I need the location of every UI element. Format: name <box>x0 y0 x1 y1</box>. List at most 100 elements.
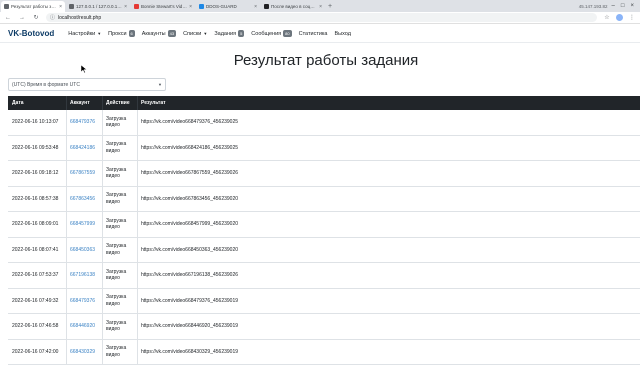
cell-date: 2022-06-16 08:09:01 <box>8 212 67 237</box>
close-tab-icon[interactable]: × <box>124 4 127 10</box>
cell-action: Загрузка видео <box>103 289 138 314</box>
nav-item[interactable]: Прокси6 <box>108 30 135 37</box>
table-row: 2022-06-16 08:09:01668457999Загрузка вид… <box>8 212 640 238</box>
cell-result: https://vk.com/video667867559_456239026 <box>138 161 640 186</box>
nav-item-label: Прокси <box>108 31 126 37</box>
caret-down-icon: ▼ <box>203 31 207 36</box>
nav-item[interactable]: Сообщения80 <box>251 30 291 37</box>
browser-tab[interactable]: После видео в социальной× <box>261 1 325 12</box>
cell-date: 2022-06-16 08:07:41 <box>8 238 67 263</box>
cell-date: 2022-06-16 07:53:37 <box>8 263 67 288</box>
cell-result: https://vk.com/video668479376_456239019 <box>138 289 640 314</box>
cell-result: https://vk.com/video668430329_456239019 <box>138 340 640 365</box>
cell-account-link[interactable]: 668430329 <box>67 340 103 365</box>
cell-account-link[interactable]: 667196138 <box>67 263 103 288</box>
table-row: 2022-06-16 07:46:58668446920Загрузка вид… <box>8 314 640 340</box>
nav-item[interactable]: Задания5 <box>214 30 244 37</box>
cell-account-link[interactable]: 668446920 <box>67 314 103 339</box>
nav-item-label: Настройки <box>68 31 95 37</box>
header-action[interactable]: Действие <box>103 96 138 110</box>
cell-account-link[interactable]: 668479376 <box>67 289 103 314</box>
address-bar[interactable]: ⓘ localhost/result.php <box>46 13 597 22</box>
cell-action: Загрузка видео <box>103 187 138 212</box>
back-icon[interactable]: ← <box>4 15 12 21</box>
results-table: Дата Аккаунт Действие Результат 2022-06-… <box>8 96 640 365</box>
cell-account-link[interactable]: 668479376 <box>67 110 103 135</box>
table-row: 2022-06-16 07:53:37667196138Загрузка вид… <box>8 263 640 289</box>
url-text: localhost/result.php <box>58 15 101 21</box>
new-tab-button[interactable]: + <box>325 2 335 12</box>
browser-toolbar: ← → ↻ ⓘ localhost/result.php ☆ ⋮ <box>0 12 640 24</box>
cell-result: https://vk.com/video668457999_456239020 <box>138 212 640 237</box>
nav-item-label: Выход <box>335 31 351 37</box>
timezone-select[interactable]: (UTC) Время в формате UTC ▼ <box>8 78 166 91</box>
cell-account-link[interactable]: 668457999 <box>67 212 103 237</box>
cell-result: https://vk.com/video668446920_456239019 <box>138 314 640 339</box>
cell-action: Загрузка видео <box>103 212 138 237</box>
cell-date: 2022-06-16 07:46:58 <box>8 314 67 339</box>
nav-item-label: Статистика <box>299 31 328 37</box>
cell-action: Загрузка видео <box>103 340 138 365</box>
cell-date: 2022-06-16 09:53:48 <box>8 136 67 161</box>
cell-result: https://vk.com/video668424186_456239025 <box>138 136 640 161</box>
mouse-cursor-icon <box>81 65 87 73</box>
maximize-button[interactable]: □ <box>621 3 625 9</box>
cell-date: 2022-06-16 07:49:32 <box>8 289 67 314</box>
cell-action: Загрузка видео <box>103 263 138 288</box>
nav-item[interactable]: Выход <box>335 31 351 37</box>
header-date[interactable]: Дата <box>8 96 67 110</box>
cell-action: Загрузка видео <box>103 136 138 161</box>
browser-tab[interactable]: Результат работы задания× <box>1 1 65 12</box>
table-row: 2022-06-16 09:53:48668424186Загрузка вид… <box>8 136 640 162</box>
table-body: 2022-06-16 10:13:07668479376Загрузка вид… <box>8 110 640 365</box>
close-tab-icon[interactable]: × <box>254 4 257 10</box>
video-icon <box>134 4 139 9</box>
browser-tab-label: После видео в социальной <box>271 4 317 9</box>
reload-icon[interactable]: ↻ <box>32 14 40 21</box>
minimize-button[interactable]: – <box>612 3 615 9</box>
page-icon <box>4 4 9 9</box>
cell-account-link[interactable]: 668450363 <box>67 238 103 263</box>
close-tab-icon[interactable]: × <box>59 4 62 10</box>
forward-icon[interactable]: → <box>18 15 26 21</box>
table-row: 2022-06-16 08:07:41668450363Загрузка вид… <box>8 238 640 264</box>
cell-account-link[interactable]: 667863456 <box>67 187 103 212</box>
cell-date: 2022-06-16 10:13:07 <box>8 110 67 135</box>
table-row: 2022-06-16 09:18:12667867559Загрузка вид… <box>8 161 640 187</box>
close-tab-icon[interactable]: × <box>189 4 192 10</box>
header-result[interactable]: Результат <box>138 96 640 110</box>
browser-tab[interactable]: DDOS-GUARD× <box>196 1 260 12</box>
cell-date: 2022-06-16 09:18:12 <box>8 161 67 186</box>
nav-item[interactable]: Настройки▼ <box>68 31 101 37</box>
profile-avatar[interactable] <box>616 14 623 21</box>
cell-date: 2022-06-16 08:57:38 <box>8 187 67 212</box>
window-controls: – □ × <box>612 3 640 9</box>
cell-date: 2022-06-16 07:42:00 <box>8 340 67 365</box>
brand-logo[interactable]: VK-Botovod <box>8 29 54 38</box>
table-row: 2022-06-16 07:42:00668430329Загрузка вид… <box>8 340 640 365</box>
star-icon[interactable]: ☆ <box>603 14 611 21</box>
nav-item[interactable]: Списки▼ <box>183 31 207 37</box>
header-account[interactable]: Аккаунт <box>67 96 103 110</box>
close-window-button[interactable]: × <box>630 3 634 9</box>
browser-tab[interactable]: Bonnie Stewart's Videos× <box>131 1 195 12</box>
nav-item[interactable]: Аккаунты43 <box>142 30 176 37</box>
cell-account-link[interactable]: 667867559 <box>67 161 103 186</box>
table-row: 2022-06-16 07:49:32668479376Загрузка вид… <box>8 289 640 315</box>
table-row: 2022-06-16 10:13:07668479376Загрузка вид… <box>8 110 640 136</box>
cell-action: Загрузка видео <box>103 314 138 339</box>
site-info-icon[interactable]: ⓘ <box>50 14 55 21</box>
browser-tab-label: 127.0.0.1 / 127.0.0.1 / vk_ <box>76 4 122 9</box>
close-tab-icon[interactable]: × <box>319 4 322 10</box>
cell-account-link[interactable]: 668424186 <box>67 136 103 161</box>
page-title: Результат работы задания <box>0 52 640 69</box>
nav-item[interactable]: Статистика <box>299 31 328 37</box>
nav-item-label: Сообщения <box>251 31 281 37</box>
nav-item-label: Аккаунты <box>142 31 166 37</box>
caret-down-icon: ▼ <box>97 31 101 36</box>
browser-tab-label: DDOS-GUARD <box>206 4 252 9</box>
timezone-select-value: (UTC) Время в формате UTC <box>12 82 80 88</box>
menu-icon[interactable]: ⋮ <box>628 14 636 21</box>
table-row: 2022-06-16 08:57:38667863456Загрузка вид… <box>8 187 640 213</box>
browser-tab[interactable]: 127.0.0.1 / 127.0.0.1 / vk_× <box>66 1 130 12</box>
